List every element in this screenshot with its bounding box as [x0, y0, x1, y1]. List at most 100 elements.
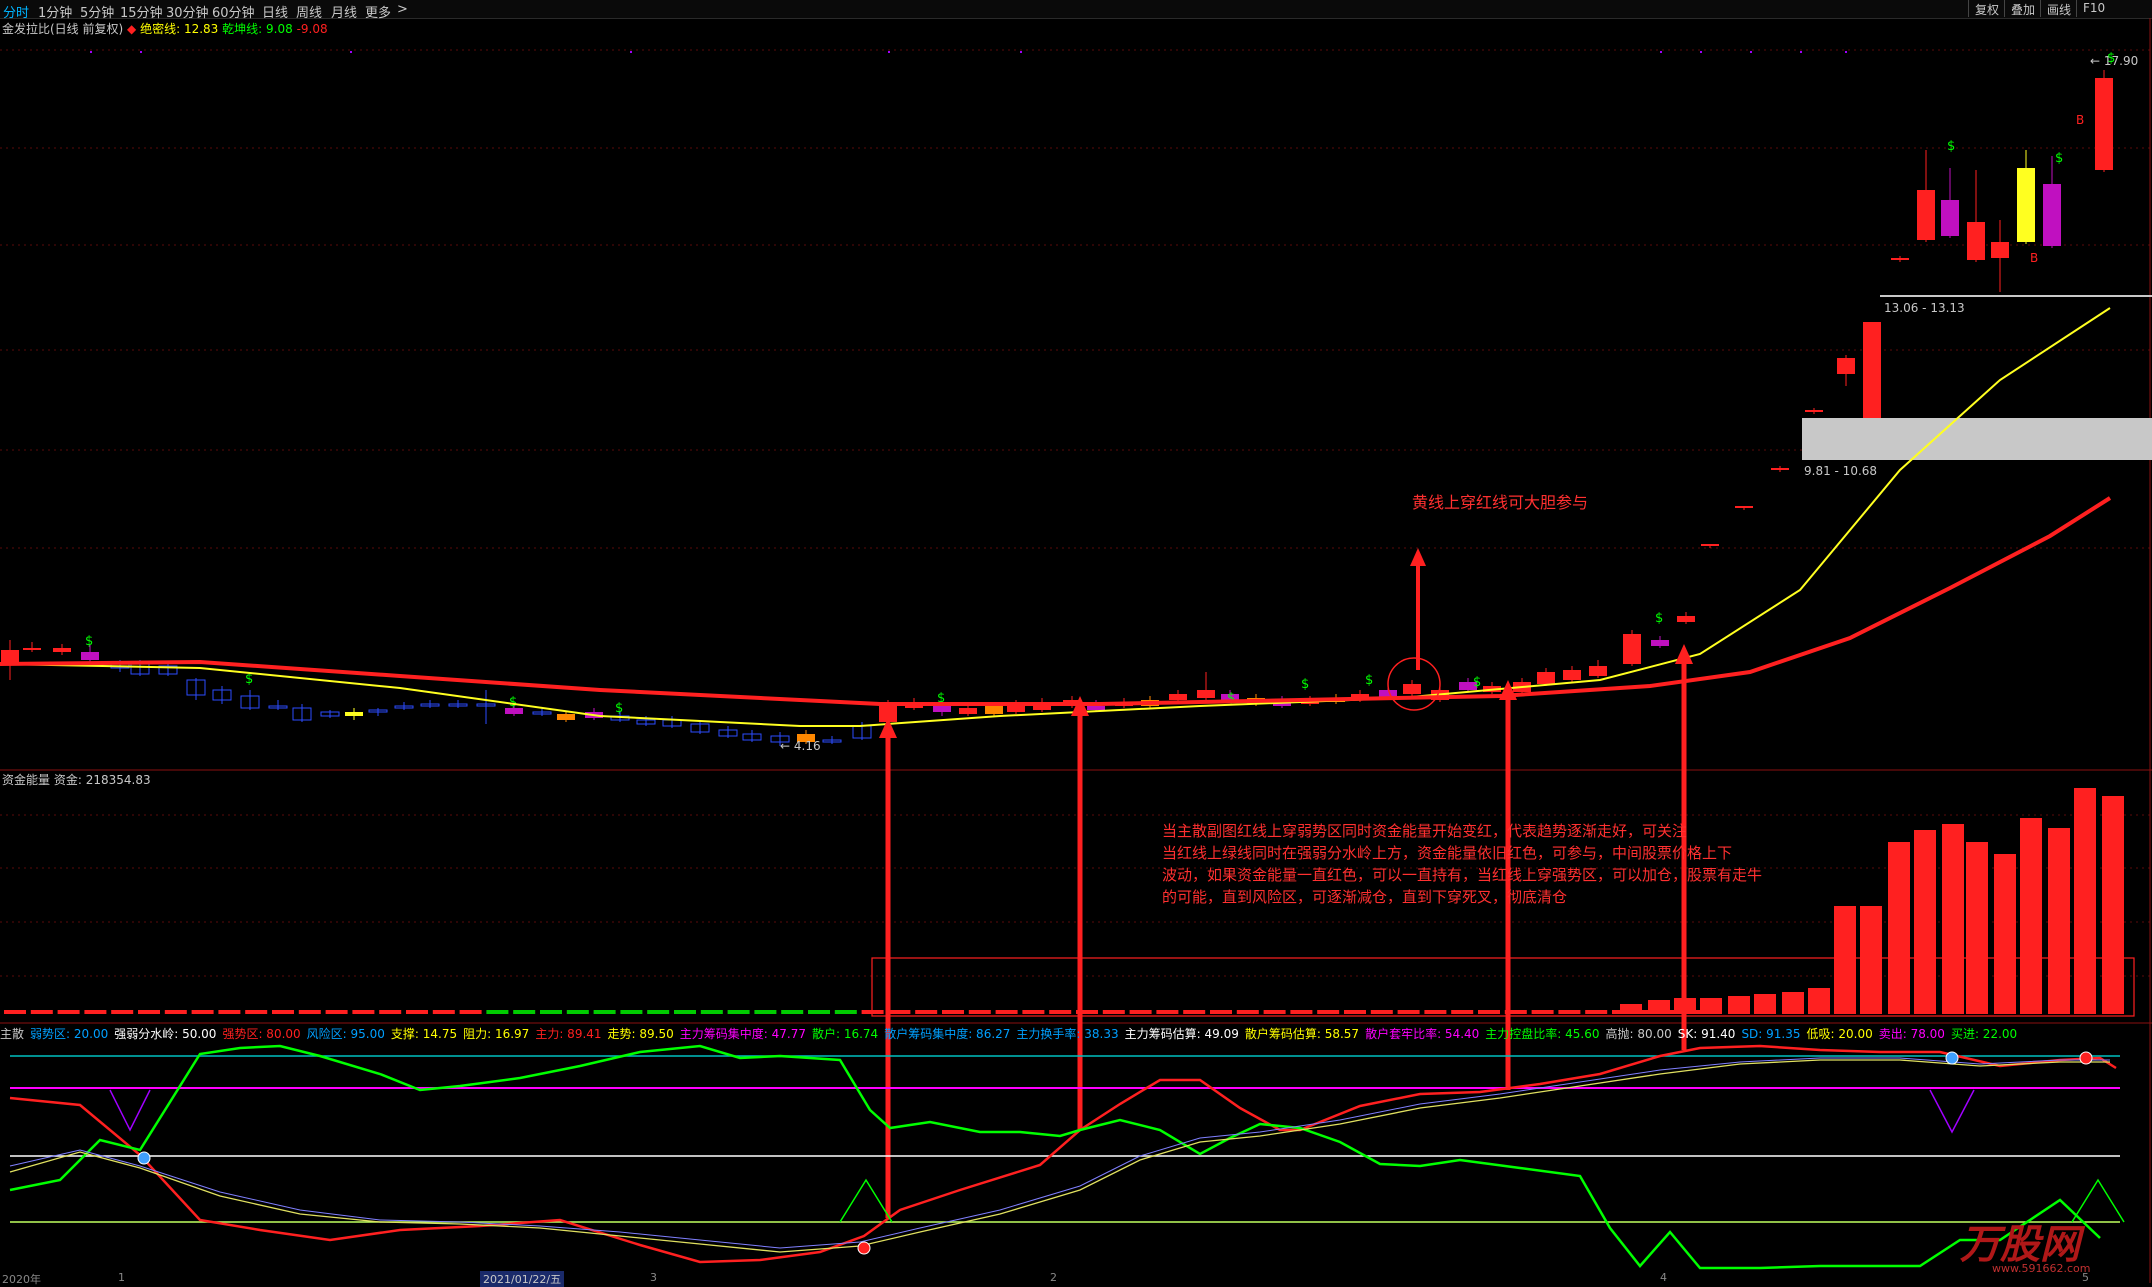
watermark-url: www.591662.com: [1992, 1262, 2091, 1275]
energy-bar: [1397, 1010, 1420, 1014]
candle-body: [1917, 190, 1935, 240]
energy-bar: [1585, 1010, 1608, 1014]
energy-bar: [379, 1010, 402, 1014]
energy-bar: [2074, 788, 2096, 1014]
candle-body: [1563, 670, 1581, 680]
energy-bar: [352, 1010, 375, 1014]
signal-dot: [1945, 1051, 1959, 1065]
energy-bar: [30, 1010, 53, 1014]
energy-bar: [915, 1010, 938, 1014]
candle-body: [1837, 358, 1855, 374]
energy-bar: [57, 1010, 80, 1014]
energy-bar: [1914, 830, 1936, 1014]
energy-bar: [245, 1010, 268, 1014]
energy-bar: [1782, 992, 1804, 1014]
candle-body: [985, 706, 1003, 714]
energy-bar: [111, 1010, 134, 1014]
indicator-legend-item: 低吸: 20.00: [1806, 1027, 1873, 1041]
candle-body: [959, 708, 977, 714]
energy-bar: [1076, 1010, 1098, 1014]
candle-body: [81, 652, 99, 660]
indicator-legend-item: 散户筹码集中度: 86.27: [884, 1027, 1011, 1041]
candle-body: [1771, 468, 1789, 470]
annotation-line: 当红线上绿线同时在强弱分水岭上方，资金能量依旧红色，可参与，中间股票价格上下: [1162, 844, 1733, 862]
energy-bar: [1022, 1010, 1045, 1014]
indicator-legend-item: 弱势区: 20.00: [30, 1027, 109, 1041]
signal-dot: [857, 1241, 871, 1255]
energy-bar: [781, 1010, 804, 1014]
candle-body: [933, 706, 951, 712]
candle-body: [1941, 200, 1959, 236]
candle-body: [1651, 640, 1669, 646]
energy-bar: [1236, 1010, 1259, 1014]
candle-body: [1403, 684, 1421, 694]
energy-bar: [1728, 996, 1750, 1014]
energy-bar: [4, 1010, 26, 1014]
indicator-legend-item: SD: 91.35: [1741, 1027, 1801, 1041]
candle-body: [1169, 694, 1187, 700]
energy-bar: [727, 1010, 750, 1014]
buy-signal: [839, 1178, 893, 1223]
dollar-signal-icon: $: [1655, 611, 1663, 626]
energy-bar: [647, 1010, 670, 1014]
energy-bar: [486, 1010, 509, 1014]
buy-signal-icon: B: [2030, 251, 2038, 265]
candle-body: [1677, 616, 1695, 622]
energy-bar: [325, 1010, 348, 1014]
candle-body: [2017, 168, 2035, 242]
energy-bar: [674, 1010, 696, 1014]
candle-body: [1967, 222, 1985, 260]
energy-bar: [1424, 1010, 1447, 1014]
candle-body: [1735, 506, 1753, 508]
energy-bar: [2102, 796, 2124, 1014]
retail-line: [9, 1044, 2101, 1270]
signal-arrow-head: [1675, 644, 1693, 664]
fund-label: 资金:: [53, 773, 82, 787]
energy-bar: [1674, 998, 1696, 1014]
arrow-head: [1410, 548, 1426, 566]
indicator-legend-item: 强势区: 80.00: [222, 1027, 301, 1041]
indicator-legend-item: 主力筹码集中度: 47.77: [679, 1027, 806, 1041]
energy-bar: [1531, 1010, 1554, 1014]
support-band: [1802, 418, 2152, 460]
dollar-signal-icon: $: [1301, 677, 1309, 692]
energy-bar: [1344, 1010, 1366, 1014]
energy-bar: [1210, 1010, 1232, 1014]
candle-body: [557, 714, 575, 720]
energy-bar: [995, 1010, 1018, 1014]
indicator-legend-item: 买进: 22.00: [1950, 1027, 2018, 1041]
high-price-label: ← 17.90: [2090, 54, 2139, 68]
zone-label-upper: 13.06 - 13.13: [1884, 301, 1965, 315]
energy-bar: [888, 1010, 911, 1014]
energy-bar: [191, 1010, 214, 1014]
energy-bar: [1183, 1010, 1206, 1014]
indicator-legend-item: 主力筹码估算: 49.09: [1124, 1027, 1239, 1041]
energy-bar: [1129, 1010, 1152, 1014]
energy-bar: [1478, 1010, 1500, 1014]
energy-bar: [1808, 988, 1830, 1014]
indicator-legend-item: SK: 91.40: [1677, 1027, 1736, 1041]
dollar-signal-icon: $: [245, 672, 253, 687]
energy-bar: [298, 1010, 321, 1014]
energy-bar: [540, 1010, 562, 1014]
dollar-signal-icon: $: [1473, 675, 1481, 690]
stock-chart[interactable]: $$$ $$ $$ $ $$$$$BB: [0, 0, 2152, 1283]
annotation-line: 当主散副图红线上穿弱势区同时资金能量开始变红，代表趋势逐渐走好，可关注: [1162, 822, 1688, 840]
indicator-legend-item: 散户套牢比率: 54.40: [1365, 1027, 1480, 1041]
energy-bar: [1558, 1010, 1581, 1014]
energy-bar: [2048, 828, 2070, 1014]
main-force-line: [9, 1044, 2117, 1264]
energy-bar: [942, 1010, 964, 1014]
axis-date-label: 2021/01/22/五: [480, 1271, 565, 1287]
axis-tick-label: 1: [118, 1271, 125, 1284]
candle-body: [2043, 184, 2061, 246]
annotation-paragraph: 当主散副图红线上穿弱势区同时资金能量开始变红，代表趋势逐渐走好，可关注 当红线上…: [1162, 820, 1822, 908]
energy-bar: [138, 1010, 160, 1014]
energy-bar: [459, 1010, 482, 1014]
indicator-legend-item: 散户筹码估算: 58.57: [1244, 1027, 1360, 1041]
energy-bar: [1834, 906, 1856, 1014]
high-price-value: 17.90: [2103, 54, 2139, 68]
indicator-legend-item: 风险区: 95.00: [306, 1027, 385, 1041]
energy-bar: [1504, 1010, 1527, 1014]
indicator-legend-item: 走势: 89.50: [607, 1027, 674, 1041]
